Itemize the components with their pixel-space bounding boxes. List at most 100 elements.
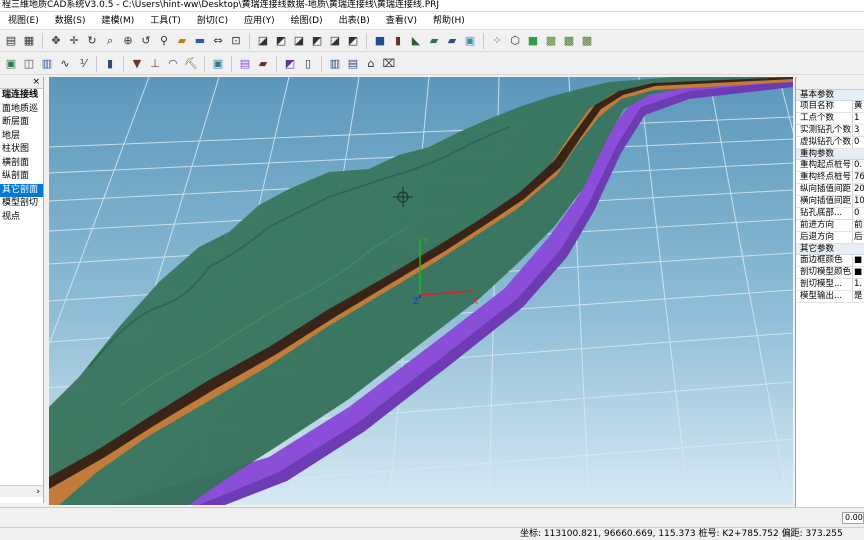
tree-item-column-chart[interactable]: 柱状图 bbox=[0, 143, 43, 157]
zoom-in-icon[interactable]: ⊕ bbox=[120, 33, 136, 49]
prop-value[interactable]: 前 bbox=[853, 220, 864, 231]
prop-row[interactable]: 纵向插值间距 20 bbox=[796, 184, 864, 196]
prop-category-other[interactable]: 其它参数 bbox=[796, 244, 864, 255]
view-front-icon[interactable]: ◪ bbox=[255, 33, 271, 49]
tree-item-fault-surface[interactable]: 断层面 bbox=[0, 116, 43, 130]
prop-category-rebuild[interactable]: 重构参数 bbox=[796, 149, 864, 160]
scale-icon[interactable]: ⅟ bbox=[75, 56, 91, 72]
model-icon[interactable]: ▩ bbox=[579, 33, 595, 49]
layers-icon[interactable]: ▰ bbox=[255, 56, 271, 72]
menu-draw[interactable]: 绘图(D) bbox=[283, 13, 331, 29]
prop-value[interactable]: 76 bbox=[853, 172, 864, 183]
search-icon[interactable]: ⚲ bbox=[156, 33, 172, 49]
chart-icon[interactable]: ▥ bbox=[39, 56, 55, 72]
view-bottom-icon[interactable]: ◩ bbox=[345, 33, 361, 49]
house-icon[interactable]: ⌂ bbox=[363, 56, 379, 72]
view-top-icon[interactable]: ◪ bbox=[327, 33, 343, 49]
prop-value[interactable]: ■ bbox=[853, 267, 864, 278]
cube-green-icon[interactable]: ■ bbox=[525, 33, 541, 49]
bridge-icon[interactable]: ▥ bbox=[327, 56, 343, 72]
menu-tools[interactable]: 工具(T) bbox=[142, 13, 189, 29]
blocks-icon[interactable]: ▩ bbox=[561, 33, 577, 49]
folder-icon[interactable]: ▰ bbox=[174, 33, 190, 49]
render-grid-icon[interactable]: ▣ bbox=[462, 33, 478, 49]
render-profile-icon[interactable]: ◣ bbox=[408, 33, 424, 49]
tree-item-model-cut[interactable]: 模型剖切 bbox=[0, 197, 43, 211]
export-icon[interactable]: ▣ bbox=[210, 56, 226, 72]
tunnel-icon[interactable]: ◠ bbox=[165, 56, 181, 72]
align-icon[interactable]: ⇔ bbox=[210, 33, 226, 49]
curve-icon[interactable]: ∿ bbox=[57, 56, 73, 72]
prop-row[interactable]: 重构终点桩号 76 bbox=[796, 172, 864, 184]
prop-value[interactable]: 0 bbox=[853, 208, 864, 219]
command-input[interactable]: 0.00 bbox=[842, 512, 864, 524]
prop-row[interactable]: 前进方向前 bbox=[796, 220, 864, 232]
3d-scene[interactable]: Y X Z bbox=[49, 77, 793, 505]
menu-section[interactable]: 剖切(C) bbox=[189, 13, 236, 29]
cubes-icon[interactable]: ▩ bbox=[543, 33, 559, 49]
tree-item-longitudinal-section[interactable]: 纵剖面 bbox=[0, 170, 43, 184]
refresh-icon[interactable]: ↺ bbox=[138, 33, 154, 49]
properties-icon[interactable]: ▦ bbox=[21, 33, 37, 49]
pan-icon[interactable]: ✛ bbox=[66, 33, 82, 49]
prop-value[interactable]: 0 bbox=[853, 137, 864, 148]
render-terrain-icon[interactable]: ▰ bbox=[426, 33, 442, 49]
drawing-icon[interactable]: ◫ bbox=[21, 56, 37, 72]
prop-row[interactable]: 重构起点桩号 0. bbox=[796, 160, 864, 172]
prop-row[interactable]: 钻孔底部... 0 bbox=[796, 208, 864, 220]
terrain-map-icon[interactable]: ▣ bbox=[3, 56, 19, 72]
fit-view-icon[interactable]: ⊡ bbox=[228, 33, 244, 49]
borehole-icon[interactable]: ▮ bbox=[102, 56, 118, 72]
prop-category-basic[interactable]: 基本参数 bbox=[796, 90, 864, 101]
tree-horizontal-scrollbar[interactable]: › bbox=[0, 485, 43, 497]
menu-data[interactable]: 数据(S) bbox=[47, 13, 94, 29]
tree-item-cross-section[interactable]: 横剖面 bbox=[0, 157, 43, 171]
menu-tables[interactable]: 出表(B) bbox=[331, 13, 378, 29]
zoom-window-icon[interactable]: ⌕ bbox=[102, 33, 118, 49]
tree-item-project[interactable]: 瑞连接线 bbox=[0, 89, 43, 103]
view-left-icon[interactable]: ◪ bbox=[291, 33, 307, 49]
prop-value[interactable]: 10 bbox=[853, 196, 864, 207]
tree-item-stratum[interactable]: 地层 bbox=[0, 130, 43, 144]
rotate-icon[interactable]: ↻ bbox=[84, 33, 100, 49]
cube-outline-icon[interactable]: ⬡ bbox=[507, 33, 523, 49]
image-icon[interactable]: ▤ bbox=[237, 56, 253, 72]
prop-value[interactable]: 1. bbox=[853, 279, 864, 290]
prop-row[interactable]: 面边框颜色 ■ bbox=[796, 255, 864, 267]
tree-item-viewpoint[interactable]: 视点 bbox=[0, 211, 43, 225]
station-icon[interactable]: ▤ bbox=[345, 56, 361, 72]
column-icon[interactable]: ▯ bbox=[300, 56, 316, 72]
delete-model-icon[interactable]: ⌧ bbox=[381, 56, 397, 72]
render-solid-icon[interactable]: ■ bbox=[372, 33, 388, 49]
volume-icon[interactable]: ◩ bbox=[282, 56, 298, 72]
drill-icon[interactable]: ⊥ bbox=[147, 56, 163, 72]
excavate-icon[interactable]: ⛏ bbox=[183, 56, 199, 72]
menu-apply[interactable]: 应用(Y) bbox=[236, 13, 283, 29]
3d-viewport[interactable]: Y X Z bbox=[49, 77, 793, 505]
close-icon[interactable]: × bbox=[32, 77, 40, 88]
render-stratum-icon[interactable]: ▰ bbox=[444, 33, 460, 49]
menu-view2[interactable]: 查看(V) bbox=[378, 13, 425, 29]
menu-help[interactable]: 帮助(H) bbox=[425, 13, 473, 29]
prop-row[interactable]: 项目名称黄 bbox=[796, 101, 864, 113]
prop-row[interactable]: 模型输出... 是 bbox=[796, 291, 864, 303]
prop-value[interactable]: 20 bbox=[853, 184, 864, 195]
tree-item-surface-survey[interactable]: 面地质巡 bbox=[0, 103, 43, 117]
prop-value[interactable]: 是 bbox=[853, 291, 864, 302]
layer-icon[interactable]: ▬ bbox=[192, 33, 208, 49]
funnel-icon[interactable]: ▼ bbox=[129, 56, 145, 72]
prop-value[interactable]: 黄 bbox=[853, 101, 864, 112]
tree-item-other-section[interactable]: 其它剖面 bbox=[0, 183, 43, 197]
prop-row[interactable]: 横向插值间距 10 bbox=[796, 196, 864, 208]
menu-model[interactable]: 建模(M) bbox=[93, 13, 142, 29]
prop-row[interactable]: 虚拟钻孔个数 0 bbox=[796, 137, 864, 149]
prop-row[interactable]: 工点个数 1 bbox=[796, 113, 864, 125]
prop-row[interactable]: 剖切模型... 1. bbox=[796, 279, 864, 291]
prop-value[interactable]: 3 bbox=[853, 125, 864, 136]
view-back-icon[interactable]: ◩ bbox=[273, 33, 289, 49]
render-section-icon[interactable]: ▮ bbox=[390, 33, 406, 49]
menu-view[interactable]: 视图(E) bbox=[0, 13, 47, 29]
prop-value[interactable]: ■ bbox=[853, 255, 864, 266]
points-icon[interactable]: ⁘ bbox=[489, 33, 505, 49]
prop-row[interactable]: 后退方向后 bbox=[796, 232, 864, 244]
